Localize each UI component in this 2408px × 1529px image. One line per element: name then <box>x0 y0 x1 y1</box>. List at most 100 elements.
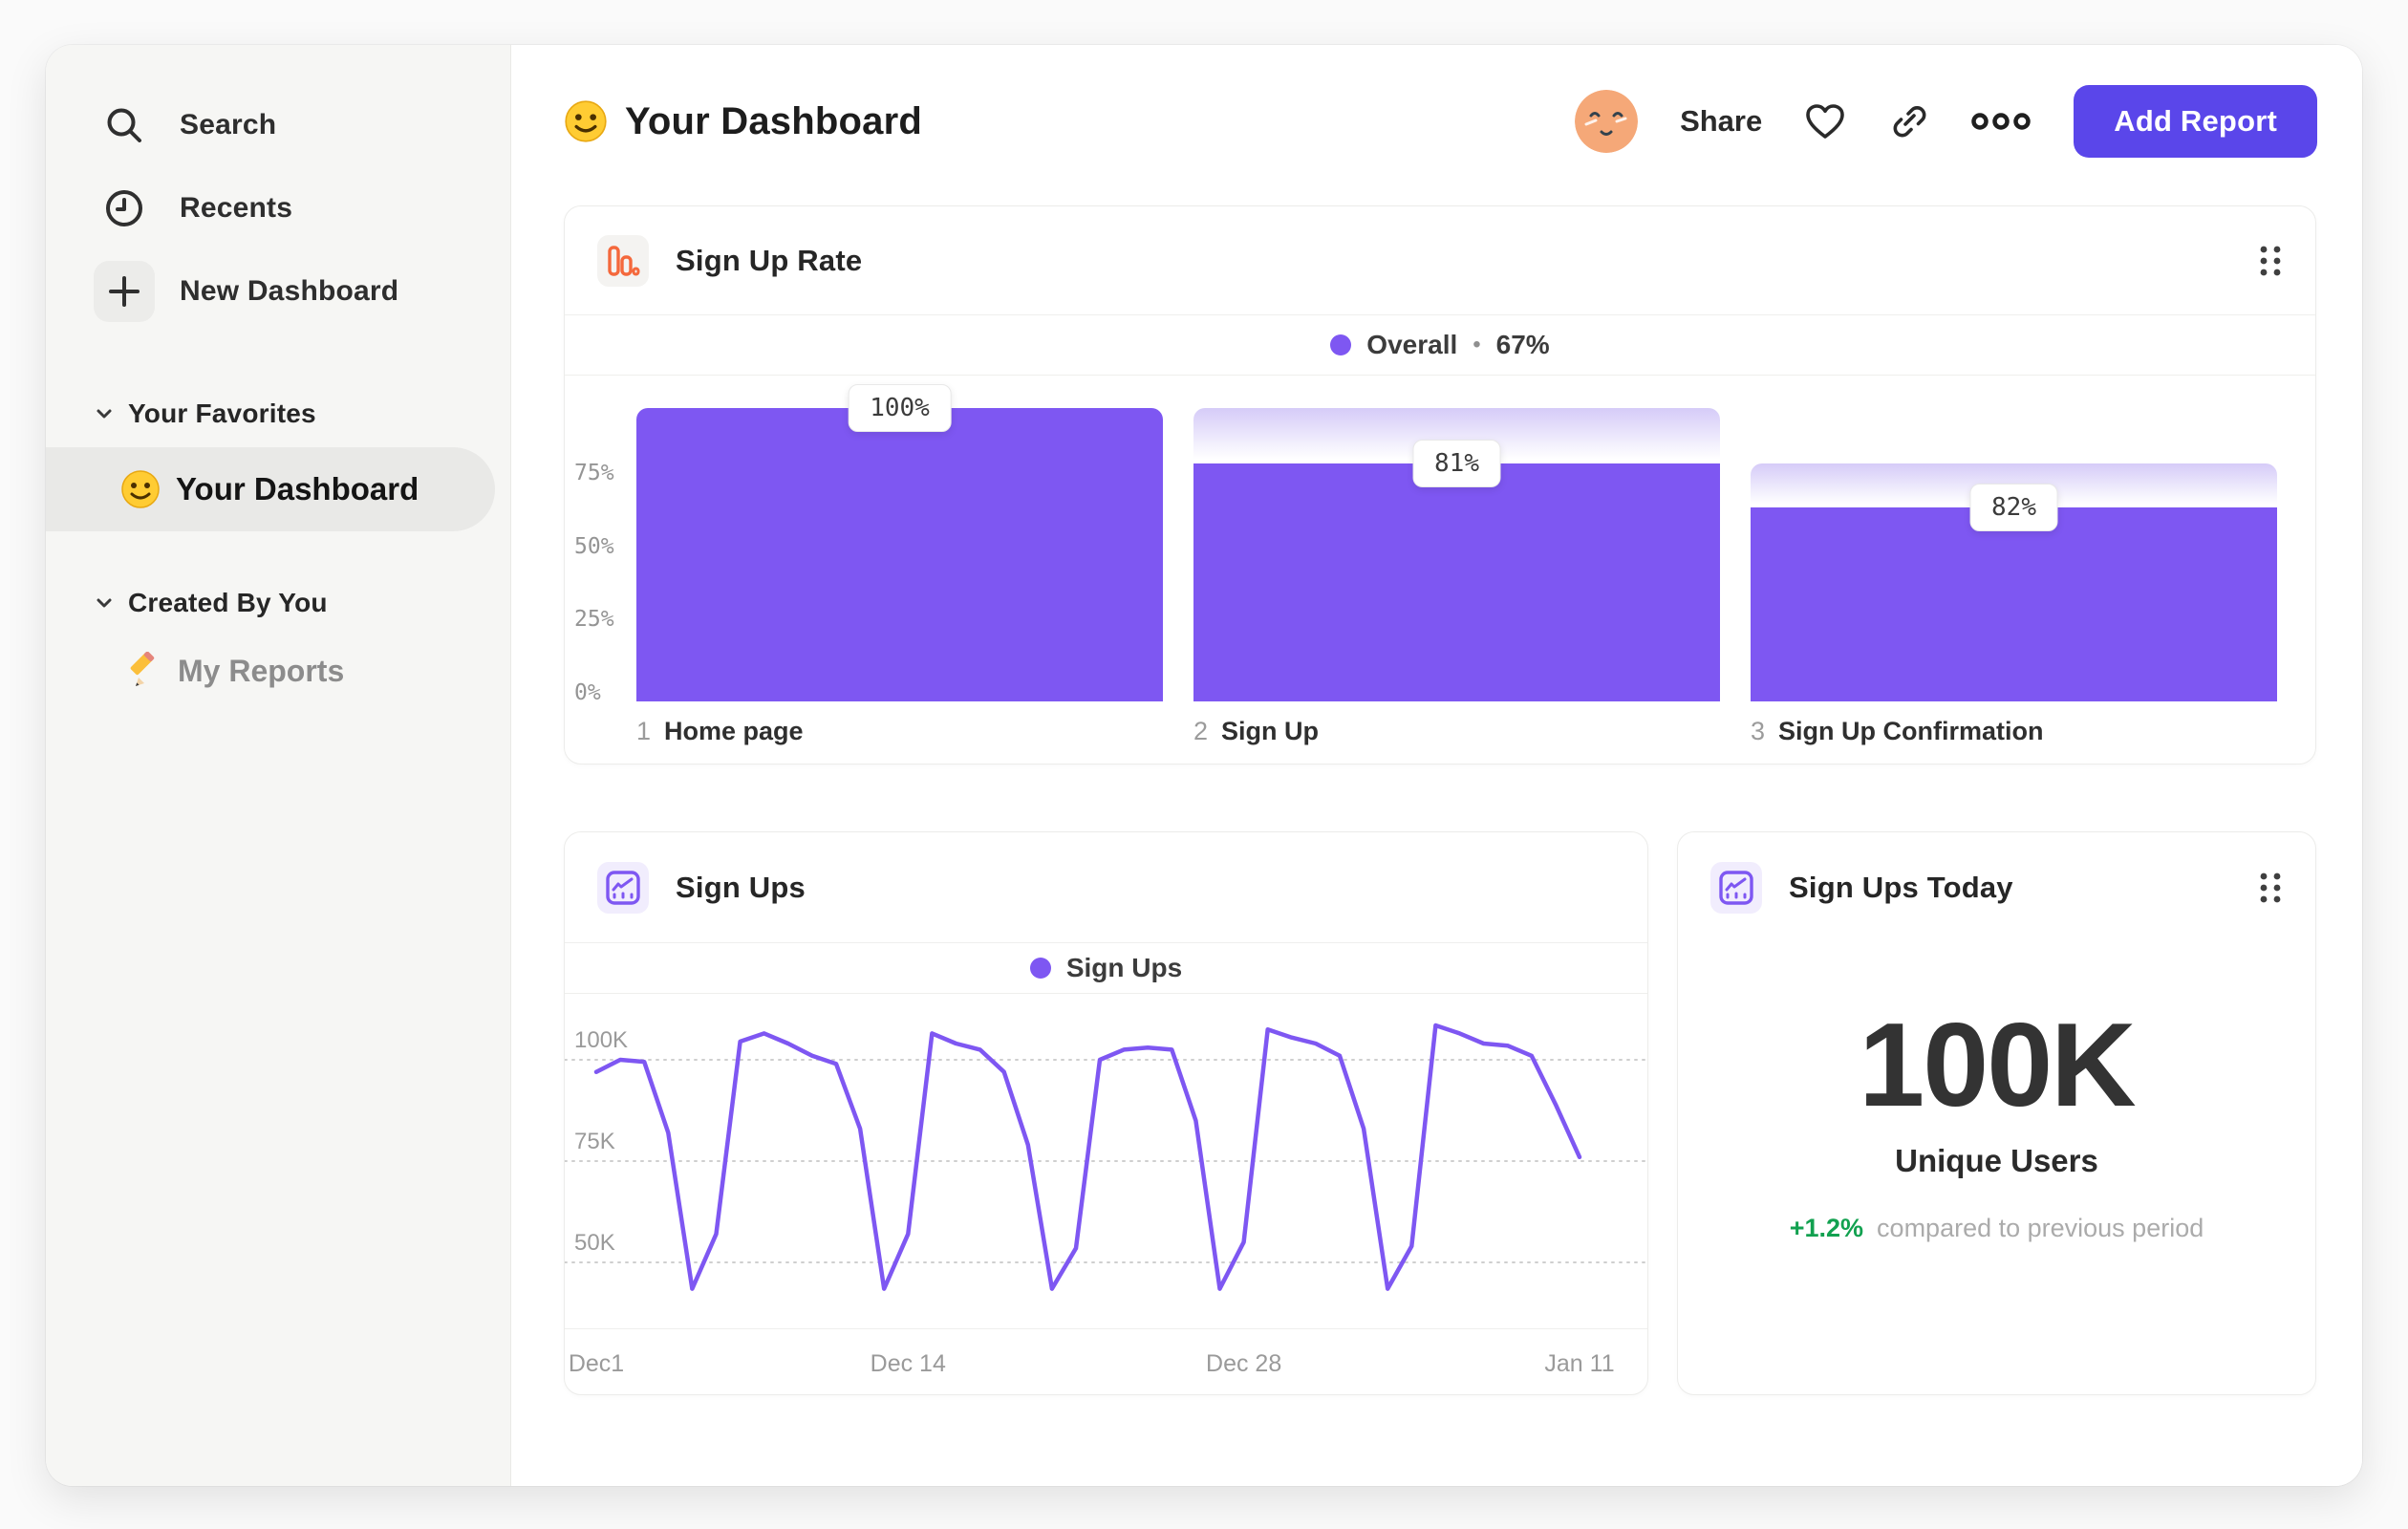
pencil-emoji-icon <box>130 652 155 686</box>
sidebar-item-label: New Dashboard <box>180 274 399 307</box>
chevron-down-icon <box>97 598 112 608</box>
bar-fill <box>1751 507 2277 701</box>
avatar[interactable] <box>1575 90 1639 153</box>
line-legend: Sign Ups <box>565 943 1647 993</box>
copy-link-button[interactable] <box>1888 101 1928 141</box>
drag-handle-icon[interactable] <box>2258 243 2283 279</box>
x-tick: Dec1 <box>568 1350 625 1377</box>
sign-ups-today-card: Sign Ups Today 100K Unique Users +1.2% c… <box>1677 831 2316 1395</box>
delta-value: +1.2% <box>1789 1214 1864 1242</box>
sidebar-section-your-favorites[interactable]: Your Favorites <box>46 390 510 438</box>
card-header: Sign Ups <box>565 832 1647 942</box>
x-tick: Dec 28 <box>1206 1350 1282 1377</box>
step-label: 2 Sign Up <box>1193 717 1720 746</box>
sign-ups-card: Sign Ups Sign Ups 100K 75K 50K Dec1 Dec … <box>564 831 1648 1395</box>
funnel-bar-home-page[interactable]: 100% <box>636 384 1163 701</box>
card-title: Sign Up Rate <box>676 243 863 277</box>
sidebar-item-search[interactable]: Search <box>46 83 510 166</box>
y-tick: 25% <box>574 607 614 633</box>
bar-fill <box>1193 463 1720 701</box>
step-name: Home page <box>664 717 804 745</box>
sign-up-rate-card: Sign Up Rate Overall • 67% 75% 50% 25% 0… <box>564 205 2316 764</box>
sidebar-item-my-reports[interactable]: My Reports <box>46 642 510 700</box>
y-tick: 0% <box>574 680 601 705</box>
app-window: Search Recents New Dashboard Your Favori… <box>46 45 2362 1486</box>
y-tick: 100K <box>574 1027 629 1053</box>
dashboard-header: Your Dashboard Share Add Report <box>564 45 2317 198</box>
bar-fill <box>636 408 1163 701</box>
sidebar-item-your-dashboard[interactable]: Your Dashboard <box>46 447 495 531</box>
funnel-bars: 100% 81% 82% <box>636 384 2277 701</box>
funnel-legend: Overall • 67% <box>565 315 2315 375</box>
step-label: 3 Sign Up Confirmation <box>1751 717 2277 746</box>
x-tick: Dec 14 <box>870 1350 946 1377</box>
step-name: Sign Up Confirmation <box>1778 717 2044 745</box>
step-label: 1 Home page <box>636 717 1163 746</box>
step-number: 3 <box>1751 717 1766 745</box>
share-button[interactable]: Share <box>1680 104 1762 139</box>
card-header: Sign Up Rate <box>565 206 2315 314</box>
metric-value: 100K <box>1859 1000 2136 1131</box>
dashboard-row-2: Sign Ups Sign Ups 100K 75K 50K Dec1 Dec … <box>564 831 2317 1395</box>
sidebar-item-new-dashboard[interactable]: New Dashboard <box>46 249 510 333</box>
metric-delta-row: +1.2% compared to previous period <box>1790 1214 2204 1243</box>
step-number: 1 <box>636 717 652 745</box>
legend-separator: • <box>1473 332 1481 357</box>
step-number: 2 <box>1193 717 1209 745</box>
ellipsis-icon <box>1971 113 2031 130</box>
line-chart[interactable]: 100K 75K 50K <box>565 994 1647 1328</box>
x-tick: Jan 11 <box>1544 1350 1615 1377</box>
metric-body: 100K Unique Users +1.2% compared to prev… <box>1678 942 2315 1243</box>
section-title: Your Favorites <box>128 398 316 428</box>
sidebar-section-created-by-you[interactable]: Created By You <box>46 579 510 627</box>
sidebar-item-label: Recents <box>180 191 293 224</box>
bar-value-tooltip: 81% <box>1412 440 1501 488</box>
funnel-bar-sign-up[interactable]: 81% <box>1193 408 1720 701</box>
y-tick: 50% <box>574 533 614 559</box>
plus-icon <box>94 260 155 322</box>
legend-overall-value: 67% <box>1495 330 1550 359</box>
line-series <box>565 1023 1647 1291</box>
search-icon <box>94 95 155 156</box>
delta-note: compared to previous period <box>1877 1214 2204 1242</box>
legend-series-label: Sign Ups <box>1065 953 1183 982</box>
sidebar-item-label: My Reports <box>178 653 345 688</box>
y-tick: 75K <box>574 1129 615 1154</box>
heart-icon <box>1806 104 1845 139</box>
link-icon <box>1893 106 1926 138</box>
sidebar-item-label: Your Dashboard <box>176 471 419 506</box>
legend-dot <box>1330 334 1352 355</box>
page-title-text: Your Dashboard <box>625 99 922 142</box>
sidebar-item-label: Search <box>180 108 277 140</box>
funnel-bar-sign-up-confirmation[interactable]: 82% <box>1751 408 2277 701</box>
more-options-button[interactable] <box>1970 111 2032 132</box>
drag-handle-icon[interactable] <box>2258 870 2283 906</box>
smiley-emoji-icon <box>565 100 607 142</box>
legend-dot <box>1029 958 1051 979</box>
card-title: Sign Ups Today <box>1789 870 2013 904</box>
funnel-x-axis: 1 Home page 2 Sign Up 3 Sign Up Confirma… <box>636 717 2277 746</box>
funnel-y-axis: 75% 50% 25% 0% <box>574 408 636 705</box>
favorite-heart-button[interactable] <box>1804 102 1846 140</box>
bar-value-tooltip: 100% <box>848 384 952 432</box>
main-content: Your Dashboard Share Add Report Sign Up … <box>511 45 2362 1486</box>
card-header: Sign Ups Today <box>1678 832 2315 942</box>
line-x-axis: Dec1 Dec 14 Dec 28 Jan 11 <box>565 1328 1647 1396</box>
section-title: Created By You <box>128 588 328 617</box>
y-tick: 50K <box>574 1230 615 1256</box>
clock-icon <box>94 178 155 239</box>
step-name: Sign Up <box>1221 717 1320 745</box>
legend-series-label: Overall <box>1366 330 1458 359</box>
header-actions: Share Add Report <box>1575 85 2317 158</box>
y-tick: 75% <box>574 460 614 485</box>
sidebar: Search Recents New Dashboard Your Favori… <box>46 45 511 1486</box>
page-title: Your Dashboard <box>564 99 922 143</box>
card-title: Sign Ups <box>676 870 806 904</box>
sidebar-item-recents[interactable]: Recents <box>46 166 510 249</box>
line-chart-icon <box>1710 861 1762 914</box>
metric-label: Unique Users <box>1895 1143 2098 1178</box>
chevron-down-icon <box>97 409 112 419</box>
add-report-button[interactable]: Add Report <box>2074 85 2317 158</box>
funnel-chart: 75% 50% 25% 0% 100% 81% 82% <box>565 376 2315 705</box>
bar-chart-icon <box>597 234 649 287</box>
